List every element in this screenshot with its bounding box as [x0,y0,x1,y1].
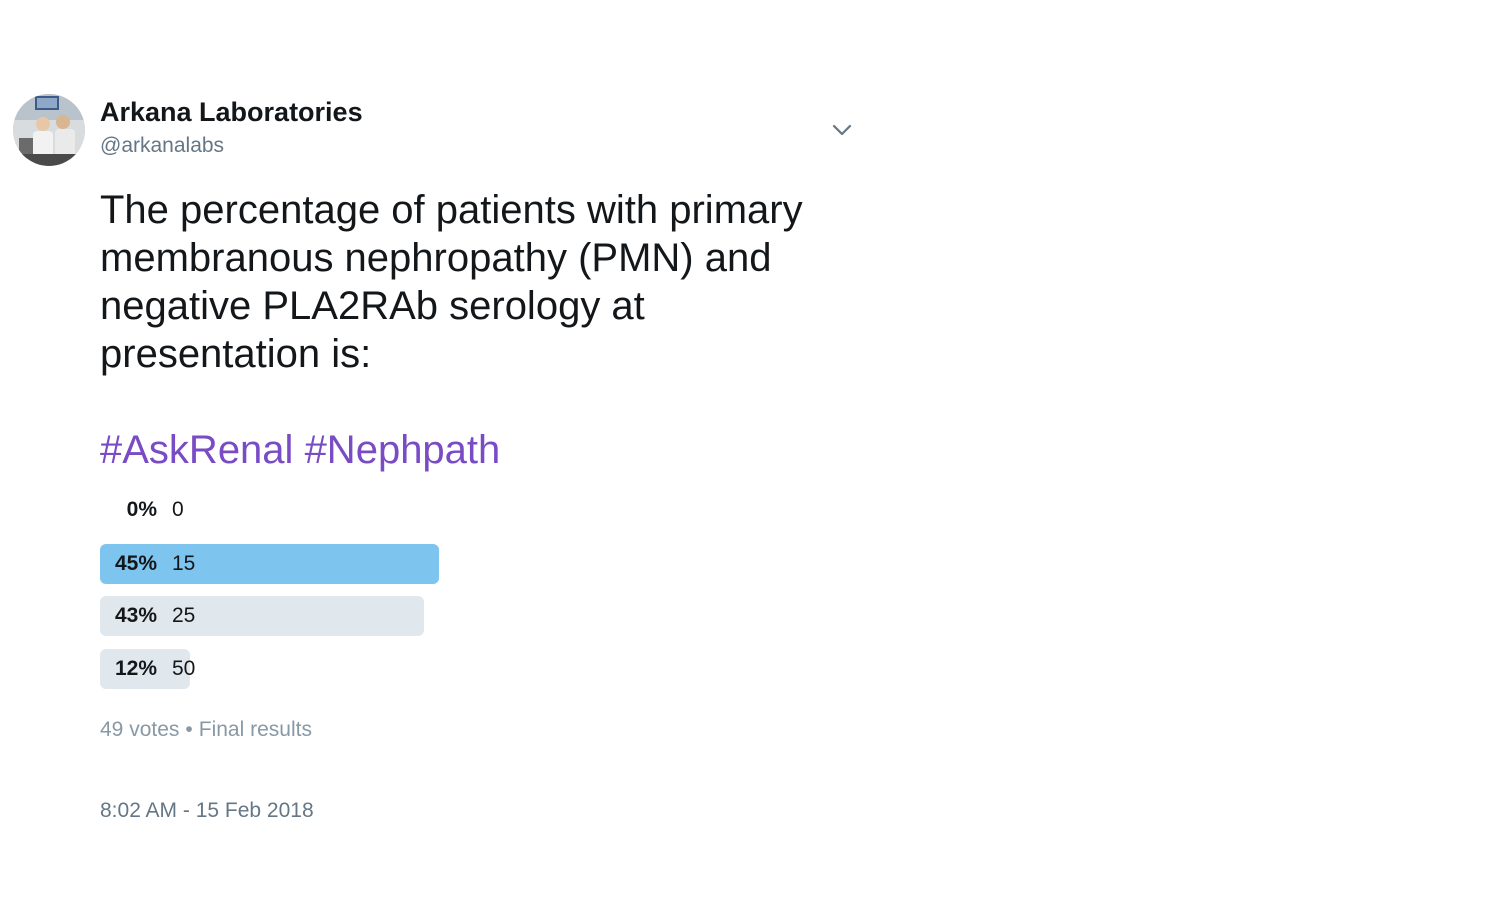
avatar[interactable] [13,94,85,166]
tweet-timestamp[interactable]: 8:02 AM - 15 Feb 2018 [100,799,314,823]
poll-percent: 45% [114,552,157,575]
poll-option-label: 50 [172,657,196,680]
avatar-photo-icon [13,94,85,166]
poll-option-label: 0 [172,498,184,521]
hashtags: #AskRenal #Nephpath [100,426,500,474]
hashtag-nephpath[interactable]: #Nephpath [305,428,501,472]
tweet-text: The percentage of patients with primary … [100,188,803,376]
poll-footer: 49 votes • Final results [100,718,312,742]
poll-percent: 0% [126,498,157,521]
tweet-card: Arkana Laboratories @arkanalabs The perc… [0,0,1500,900]
poll-option: 45% 15 [100,544,820,584]
poll-vote-count: 49 votes [100,718,180,741]
separator-dot: • [185,718,193,741]
poll-percent: 43% [114,604,157,627]
poll-option: 0% 0 [100,490,820,530]
poll-status: Final results [198,718,312,741]
chevron-down-icon[interactable] [828,118,856,142]
author-handle[interactable]: @arkanalabs [100,134,224,158]
poll-option: 12% 50 [100,649,820,689]
poll-option-label: 25 [172,604,196,627]
poll-percent: 12% [114,657,157,680]
poll-option-label: 15 [172,552,196,575]
author-name[interactable]: Arkana Laboratories [100,97,363,128]
poll-option: 43% 25 [100,596,820,636]
hashtag-askrenal[interactable]: #AskRenal [100,428,293,472]
